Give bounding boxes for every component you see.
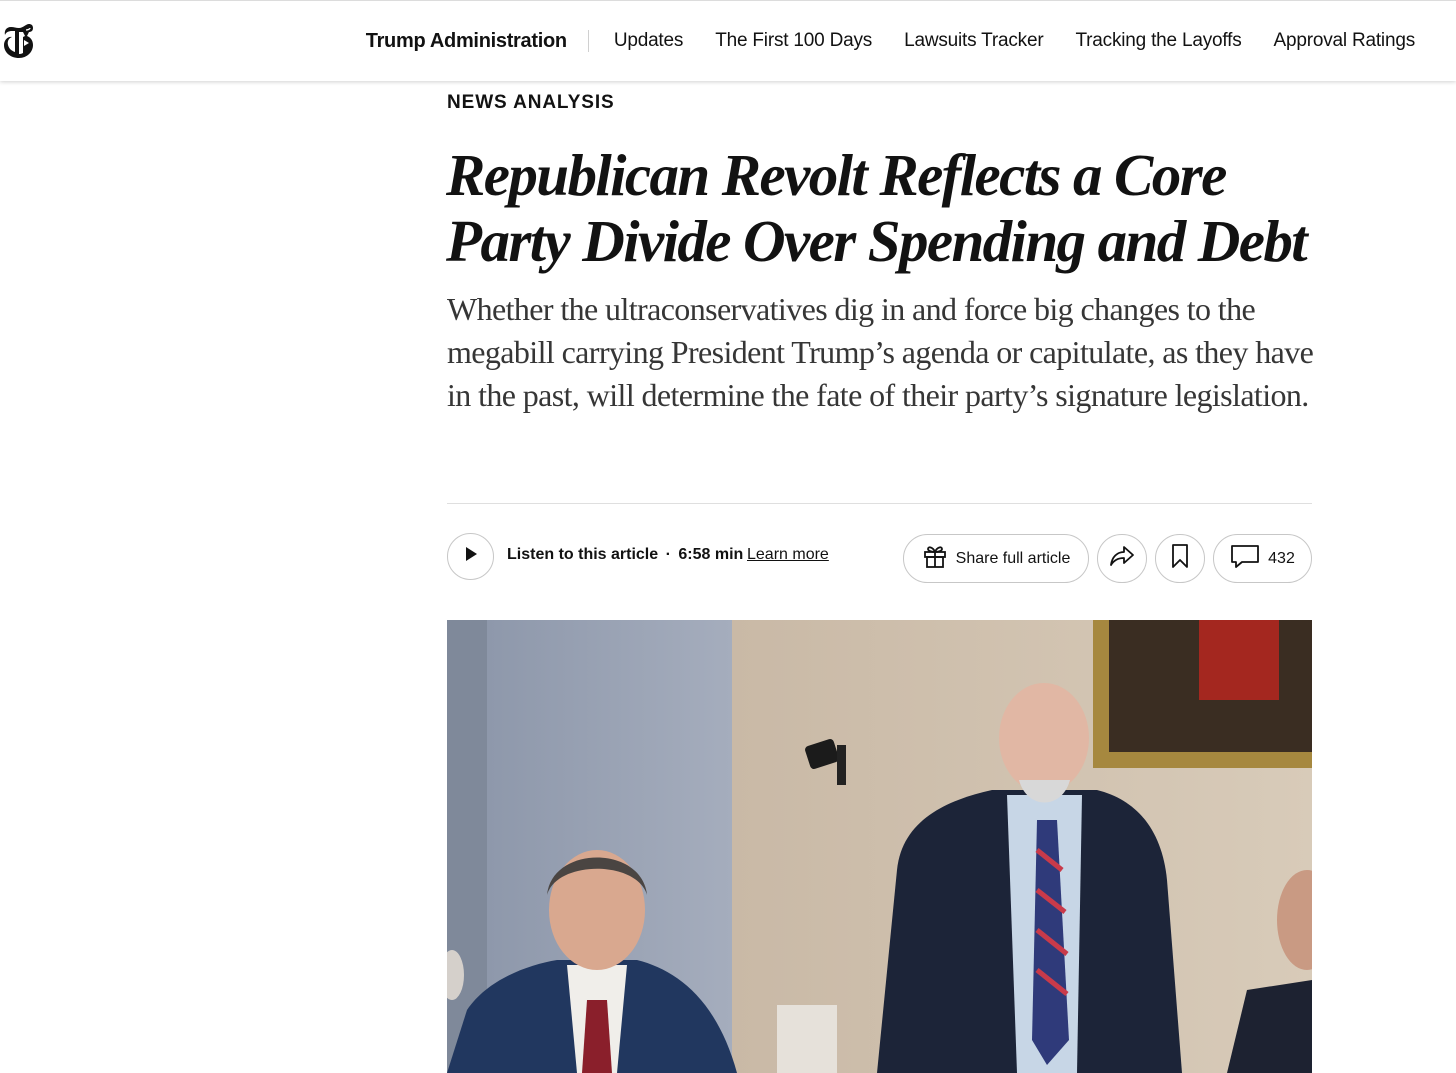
listen-separator: · — [665, 546, 671, 563]
save-bookmark-button[interactable] — [1155, 534, 1205, 583]
header-divider — [447, 503, 1312, 504]
section-nav: Trump Administration Updates The First 1… — [366, 1, 1415, 81]
comment-bubble-icon — [1230, 543, 1260, 574]
nav-link-updates[interactable]: Updates — [614, 30, 684, 52]
share-full-article-label: Share full article — [955, 549, 1071, 567]
share-full-article-button[interactable]: Share full article — [903, 534, 1089, 583]
share-button[interactable] — [1097, 534, 1147, 583]
nav-link-lawsuits-tracker[interactable]: Lawsuits Tracker — [904, 30, 1044, 52]
nav-link-tracking-layoffs[interactable]: Tracking the Layoffs — [1075, 30, 1241, 52]
article-summary: Whether the ultraconservatives dig in an… — [447, 291, 1314, 413]
share-arrow-icon — [1108, 544, 1136, 573]
gift-icon — [922, 543, 948, 574]
learn-more-link[interactable]: Learn more — [747, 546, 829, 564]
audio-duration: 6:58 min — [678, 546, 744, 563]
nav-link-first-100-days[interactable]: The First 100 Days — [715, 30, 872, 52]
top-navigation-bar: Trump Administration Updates The First 1… — [0, 0, 1456, 81]
article-kicker: NEWS ANALYSIS — [447, 92, 615, 113]
bookmark-icon — [1171, 543, 1189, 574]
nyt-logo-icon[interactable] — [2, 21, 36, 61]
play-icon — [463, 545, 479, 568]
nav-link-approval-ratings[interactable]: Approval Ratings — [1274, 30, 1416, 52]
comments-button[interactable]: 432 — [1213, 534, 1312, 583]
listen-label: Listen to this article — [507, 546, 659, 563]
article-headline: Republican Revolt Reflects a Core Party … — [446, 142, 1308, 274]
comment-count: 432 — [1268, 549, 1295, 567]
hero-photo — [447, 620, 1312, 1073]
section-title-link[interactable]: Trump Administration — [366, 30, 589, 52]
play-audio-button[interactable] — [447, 533, 494, 580]
listen-info: Listen to this article · 6:58 min — [507, 546, 743, 564]
